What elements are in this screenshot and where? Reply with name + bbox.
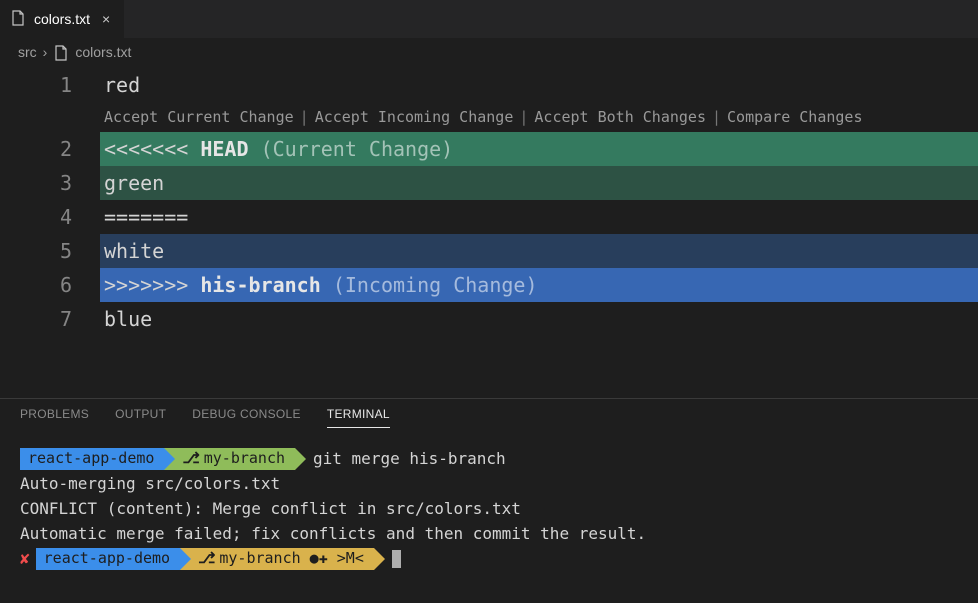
tab-problems[interactable]: PROBLEMS (20, 407, 89, 428)
code-line[interactable]: green (100, 166, 978, 200)
file-icon (10, 10, 26, 29)
line-number: 4 (0, 200, 72, 234)
tab-output[interactable]: OUTPUT (115, 407, 166, 428)
file-icon (53, 43, 69, 60)
terminal-output: Automatic merge failed; fix conflicts an… (20, 521, 958, 546)
conflict-current-marker[interactable]: <<<<<<< HEAD (Current Change) (100, 132, 978, 166)
terminal-output: Auto-merging src/colors.txt (20, 471, 958, 496)
terminal-output: CONFLICT (content): Merge conflict in sr… (20, 496, 958, 521)
code-line[interactable]: blue (100, 302, 978, 336)
terminal[interactable]: react-app-demo ⎇my-branch git merge his-… (0, 428, 978, 603)
line-number: 6 (0, 268, 72, 302)
error-x-icon: ✘ (20, 546, 30, 571)
accept-both-changes[interactable]: Accept Both Changes (534, 100, 706, 134)
line-numbers-gutter: 1 2 3 4 5 6 7 (0, 66, 100, 398)
line-number: 3 (0, 166, 72, 200)
terminal-cursor[interactable] (392, 550, 401, 568)
close-icon[interactable]: × (98, 11, 114, 27)
code-line[interactable]: white (100, 234, 978, 268)
chevron-right-icon: › (43, 44, 48, 60)
line-number: 2 (0, 132, 72, 166)
prompt-dir-segment: react-app-demo (20, 448, 164, 470)
line-number: 5 (0, 234, 72, 268)
breadcrumb-folder[interactable]: src (18, 44, 37, 60)
breadcrumb: src › colors.txt (0, 38, 978, 66)
accept-incoming-change[interactable]: Accept Incoming Change (315, 100, 514, 134)
prompt-dir-segment: react-app-demo (36, 548, 180, 570)
terminal-command: git merge his-branch (313, 446, 506, 471)
git-branch-icon: ⎇ (182, 446, 199, 471)
line-number: 1 (0, 68, 72, 102)
conflict-incoming-marker[interactable]: >>>>>>> his-branch (Incoming Change) (100, 268, 978, 302)
merge-codelens: Accept Current Change | Accept Incoming … (100, 102, 978, 132)
editor-tab-colors[interactable]: colors.txt × (0, 0, 125, 38)
editor-tabs-bar: colors.txt × (0, 0, 978, 38)
accept-current-change[interactable]: Accept Current Change (104, 100, 294, 134)
tab-terminal[interactable]: TERMINAL (327, 407, 390, 428)
conflict-separator[interactable]: ======= (100, 200, 978, 234)
terminal-prompt-line: ✘ react-app-demo ⎇my-branch ●✚ >M< (20, 546, 958, 571)
bottom-panel: PROBLEMS OUTPUT DEBUG CONSOLE TERMINAL r… (0, 398, 978, 603)
code-line[interactable]: red (100, 68, 978, 102)
panel-tabs: PROBLEMS OUTPUT DEBUG CONSOLE TERMINAL (0, 399, 978, 428)
terminal-prompt-line: react-app-demo ⎇my-branch git merge his-… (20, 446, 958, 471)
line-number: 7 (0, 302, 72, 336)
prompt-branch-segment: ⎇my-branch (164, 448, 295, 470)
tab-title: colors.txt (34, 11, 90, 27)
code-editor[interactable]: 1 2 3 4 5 6 7 red Accept Current Change … (0, 66, 978, 398)
git-branch-icon: ⎇ (198, 546, 215, 571)
tab-debug-console[interactable]: DEBUG CONSOLE (192, 407, 301, 428)
code-content[interactable]: red Accept Current Change | Accept Incom… (100, 66, 978, 398)
breadcrumb-file[interactable]: colors.txt (75, 44, 131, 60)
prompt-branch-segment: ⎇my-branch ●✚ >M< (180, 548, 374, 570)
compare-changes[interactable]: Compare Changes (727, 100, 862, 134)
